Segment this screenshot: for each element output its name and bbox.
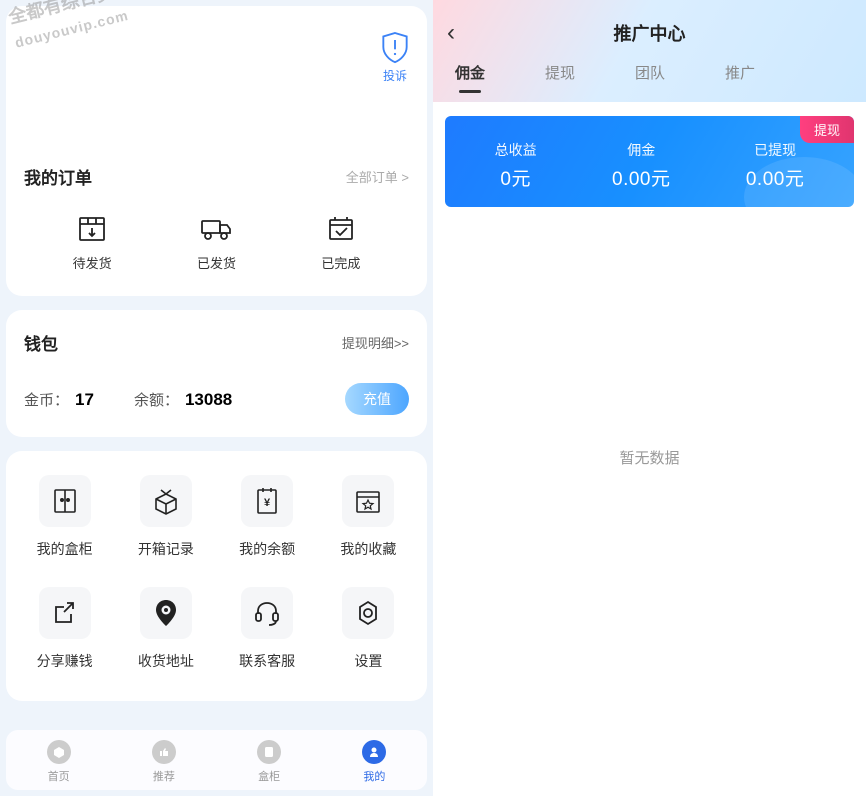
coin-balance: 金币：17 [24,389,94,410]
order-label: 已发货 [154,253,278,272]
bottom-tabbar: 首页 推荐 盒柜 我的 [6,730,427,790]
order-label: 待发货 [30,253,154,272]
recharge-button[interactable]: 充值 [345,383,409,415]
wallet-title: 钱包 [24,330,58,355]
grid-favorites[interactable]: 我的收藏 [318,475,419,559]
tab-box[interactable]: 盒柜 [217,740,322,784]
all-orders-link[interactable]: 全部订单 > [346,167,409,186]
order-shipped[interactable]: 已发货 [154,215,278,272]
grid-label: 开箱记录 [115,539,216,559]
grid-label: 我的余额 [217,539,318,559]
grid-label: 我的收藏 [318,539,419,559]
cube-icon [47,740,71,764]
empty-state: 暂无数据 [433,447,866,468]
cabinet-icon [51,487,79,515]
order-pending-ship[interactable]: 待发货 [30,215,154,272]
tab-promote[interactable]: 推广 [725,62,755,93]
yen-receipt-icon: ¥ [255,486,279,516]
withdraw-detail-link[interactable]: 提现明细>> [342,333,409,352]
check-box-icon [279,215,403,243]
promotion-header: ‹ 推广中心 佣金 提现 团队 推广 [433,0,866,102]
function-grid: 我的盒柜 开箱记录 ¥ 我的余额 我的收藏 分享赚钱 [6,451,427,701]
open-box-icon [151,487,181,515]
grid-label: 设置 [318,651,419,671]
truck-icon [154,215,278,243]
total-earnings: 总收益 0元 [495,140,537,191]
tab-team[interactable]: 团队 [635,62,665,93]
back-button[interactable]: ‹ [447,19,455,47]
withdrawn: 已提现 0.00元 [746,140,804,191]
person-icon [362,740,386,764]
thumb-icon [152,740,176,764]
earnings-banner: 提现 总收益 0元 佣金 0.00元 已提现 0.00元 [445,116,854,207]
tab-home[interactable]: 首页 [6,740,111,784]
grid-label: 联系客服 [217,651,318,671]
grid-address[interactable]: 收货地址 [115,587,216,671]
tab-recommend[interactable]: 推荐 [111,740,216,784]
gear-icon [354,599,382,627]
tab-commission[interactable]: 佣金 [455,62,485,93]
svg-text:¥: ¥ [264,497,271,509]
complaint-button[interactable]: 投诉 [381,30,409,84]
share-icon [51,599,79,627]
grid-open-record[interactable]: 开箱记录 [115,475,216,559]
page-title: 推广中心 [614,20,686,46]
star-box-icon [354,487,382,515]
wallet-card: 钱包 提现明细>> 金币：17 余额：13088 充值 [6,310,427,437]
money-balance: 余额：13088 [134,389,232,410]
shield-alert-icon [381,30,409,64]
grid-settings[interactable]: 设置 [318,587,419,671]
package-down-icon [30,215,154,243]
tab-mine[interactable]: 我的 [322,740,427,784]
orders-title: 我的订单 [24,164,92,189]
grid-my-balance[interactable]: ¥ 我的余额 [217,475,318,559]
grid-support[interactable]: 联系客服 [217,587,318,671]
withdraw-button[interactable]: 提现 [800,116,854,143]
order-complete[interactable]: 已完成 [279,215,403,272]
grid-my-box[interactable]: 我的盒柜 [14,475,115,559]
commission: 佣金 0.00元 [612,140,670,191]
box-icon [257,740,281,764]
grid-label: 分享赚钱 [14,651,115,671]
headset-icon [253,599,281,627]
order-card: 投诉 我的订单 全部订单 > 待发货 已发货 [6,6,427,296]
grid-share-earn[interactable]: 分享赚钱 [14,587,115,671]
grid-label: 我的盒柜 [14,539,115,559]
order-label: 已完成 [279,253,403,272]
location-pin-icon [154,598,178,628]
tab-withdraw[interactable]: 提现 [545,62,575,93]
grid-label: 收货地址 [115,651,216,671]
